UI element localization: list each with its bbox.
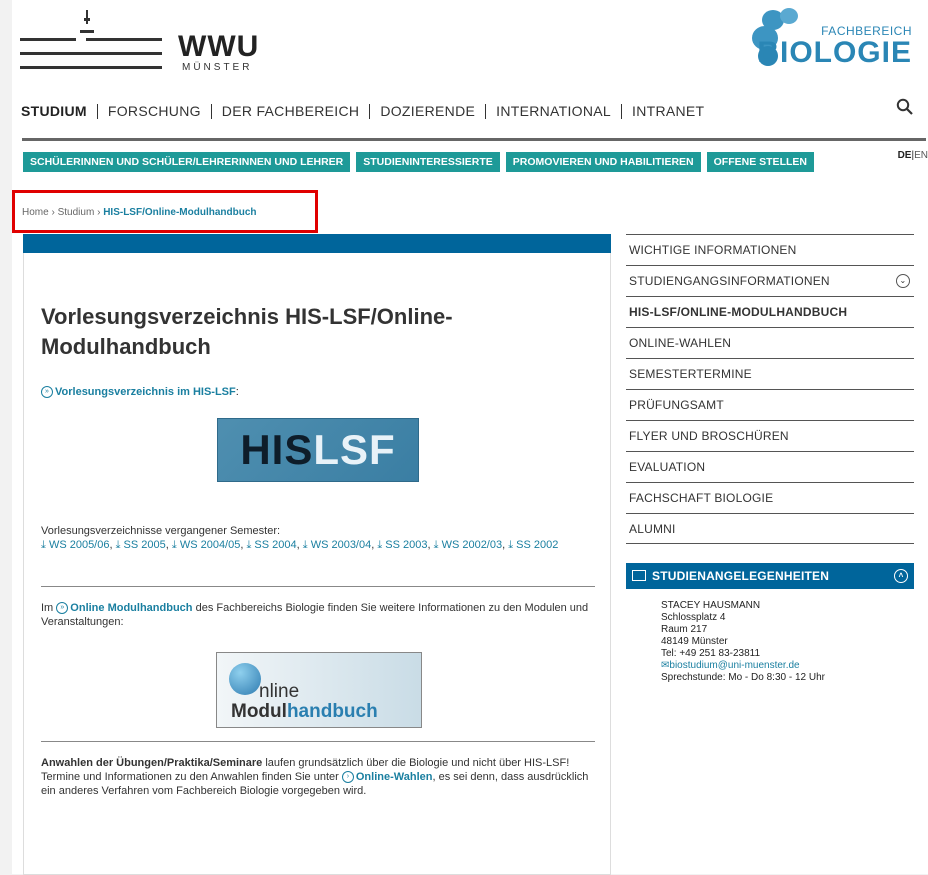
arrow-circle-icon: » xyxy=(41,386,53,399)
download-link[interactable]: ⤓ SS 2002 xyxy=(508,539,558,551)
chevron-down-icon[interactable]: ⌄ xyxy=(896,274,910,288)
envelope-icon xyxy=(632,570,646,582)
contact-details: STACEY HAUSMANN Schlossplatz 4 Raum 217 … xyxy=(661,600,825,684)
sidebar-item-fachschaft[interactable]: FACHSCHAFT BIOLOGIE xyxy=(626,482,914,513)
his-lsf-logo[interactable]: HIS LSF xyxy=(217,418,419,482)
page: WWU MÜNSTER FACHBEREICH BIOLOGIE STUDIUM… xyxy=(12,0,928,875)
download-link[interactable]: ⤓ WS 2005/06 xyxy=(41,539,109,551)
sidebar-item-evaluation[interactable]: EVALUATION xyxy=(626,451,914,482)
nav-intranet[interactable]: INTRANET xyxy=(621,104,714,119)
contact-header[interactable]: STUDIENANGELEGENHEITEN ˄ xyxy=(626,563,914,589)
arrow-circle-icon: » xyxy=(56,602,69,615)
download-icon: ⤓ xyxy=(377,539,383,551)
lsf-link-row: » Vorlesungsverzeichnis im HIS-LSF: xyxy=(41,386,239,399)
omh-online: nline xyxy=(259,681,300,702)
language-switch: DE|EN xyxy=(898,150,928,161)
sidebar-item-pruefungsamt[interactable]: PRÜFUNGSAMT xyxy=(626,389,914,420)
nav-dozierende[interactable]: DOZIERENDE xyxy=(369,104,485,119)
chevron-up-icon[interactable]: ˄ xyxy=(894,569,908,583)
download-link[interactable]: ⤓ WS 2004/05 xyxy=(172,539,240,551)
contact-room: Raum 217 xyxy=(661,624,708,635)
contact-name: STACEY HAUSMANN xyxy=(661,600,761,611)
wwu-wordmark: WWU xyxy=(178,30,260,63)
anwahlen-bold: Anwahlen der Übungen/Praktika/Seminare xyxy=(41,757,263,769)
sidebar-item-flyer[interactable]: FLYER UND BROSCHÜREN xyxy=(626,420,914,451)
subnav-schueler[interactable]: SCHÜLERINNEN UND SCHÜLER/LEHRERINNEN UND… xyxy=(23,152,351,172)
lsf-link[interactable]: Vorlesungsverzeichnis im HIS-LSF xyxy=(55,386,236,398)
past-semesters-links: ⤓ WS 2005/06, ⤓ SS 2005, ⤓ WS 2004/05, ⤓… xyxy=(41,539,559,551)
download-icon: ⤓ xyxy=(433,539,439,551)
divider xyxy=(41,741,595,742)
main-nav: STUDIUM FORSCHUNG DER FACHBEREICH DOZIER… xyxy=(21,104,714,119)
download-link[interactable]: ⤓ SS 2004 xyxy=(246,539,296,551)
globe-icon xyxy=(229,663,261,695)
his-lsf-logo-his: HIS xyxy=(240,426,314,473)
subnav-promovieren[interactable]: PROMOVIEREN UND HABILITIEREN xyxy=(505,152,701,172)
sidebar-item-online-wahlen[interactable]: ONLINE-WAHLEN xyxy=(626,327,914,358)
highlight-box xyxy=(12,190,318,233)
wwu-logo[interactable]: WWU MÜNSTER xyxy=(20,10,260,76)
content-top-bar xyxy=(23,234,611,253)
his-lsf-logo-lsf: LSF xyxy=(313,426,396,473)
download-link[interactable]: ⤓ WS 2002/03 xyxy=(434,539,502,551)
download-icon: ⤓ xyxy=(508,539,514,551)
past-semesters-label: Vorlesungsverzeichnisse vergangener Seme… xyxy=(41,525,281,537)
sub-nav: SCHÜLERINNEN UND SCHÜLER/LEHRERINNEN UND… xyxy=(23,152,814,172)
nav-fachbereich[interactable]: DER FACHBEREICH xyxy=(210,104,370,119)
download-icon: ⤓ xyxy=(302,539,308,551)
online-wahlen-link[interactable]: Online-Wahlen xyxy=(356,771,433,783)
sidebar: WICHTIGE INFORMATIONEN STUDIENGANGSINFOR… xyxy=(626,234,914,544)
wwu-city: MÜNSTER xyxy=(182,62,253,73)
sidebar-item-his-lsf[interactable]: HIS-LSF/ONLINE-MODULHANDBUCH xyxy=(626,296,914,327)
download-link[interactable]: ⤓ WS 2003/04 xyxy=(303,539,371,551)
download-icon: ⤓ xyxy=(115,539,121,551)
sidebar-item-studiengangsinformationen[interactable]: STUDIENGANGSINFORMATIONEN ⌄ xyxy=(626,265,914,296)
contact-email[interactable]: ✉biostudium@uni-muenster.de xyxy=(661,660,825,672)
download-link[interactable]: ⤓ SS 2003 xyxy=(377,539,427,551)
lsf-colon: : xyxy=(235,386,239,398)
page-title: Vorlesungsverzeichnis HIS-LSF/Online-Mod… xyxy=(41,304,453,359)
biologie-logo[interactable]: FACHBEREICH BIOLOGIE xyxy=(722,8,912,70)
sidebar-item-semestertermine[interactable]: SEMESTERTERMINE xyxy=(626,358,914,389)
subnav-offene-stellen[interactable]: OFFENE STELLEN xyxy=(706,152,814,172)
modulhandbuch-text: Im » Online Modulhandbuch des Fachbereich… xyxy=(41,602,589,628)
search-icon[interactable] xyxy=(896,98,914,116)
arrow-circle-icon: › xyxy=(341,771,354,784)
subnav-studieninteressierte[interactable]: STUDIENINTERESSIERTE xyxy=(356,152,500,172)
sidebar-item-wichtige-informationen[interactable]: WICHTIGE INFORMATIONEN xyxy=(626,234,914,265)
contact-street: Schlossplatz 4 xyxy=(661,612,726,623)
nav-divider xyxy=(22,138,926,141)
contact-hours: Sprechstunde: Mo - Do 8:30 - 12 Uhr xyxy=(661,672,825,683)
nav-studium[interactable]: STUDIUM xyxy=(21,104,97,119)
sidebar-item-alumni[interactable]: ALUMNI xyxy=(626,513,914,544)
past-semesters: Vorlesungsverzeichnisse vergangener Seme… xyxy=(41,524,601,552)
download-icon: ⤓ xyxy=(171,539,177,551)
lang-en[interactable]: EN xyxy=(914,150,928,161)
main-content: Vorlesungsverzeichnis HIS-LSF/Online-Mod… xyxy=(23,234,611,875)
nav-forschung[interactable]: FORSCHUNG xyxy=(96,104,211,119)
contact-phone: Tel: +49 251 83-23811 xyxy=(661,648,761,659)
biologie-label: BIOLOGIE xyxy=(757,36,912,69)
omh-modulhandbuch: Modulhandbuch xyxy=(231,701,378,722)
divider xyxy=(41,586,595,587)
contact-city: 48149 Münster xyxy=(661,636,728,647)
anwahlen-text: Anwahlen der Übungen/Praktika/Seminare l… xyxy=(41,757,589,797)
lang-de[interactable]: DE xyxy=(898,150,912,161)
modulhandbuch-link[interactable]: Online Modulhandbuch xyxy=(70,602,192,614)
online-modulhandbuch-logo[interactable]: nline Modulhandbuch xyxy=(216,652,422,728)
contact-title: STUDIENANGELEGENHEITEN xyxy=(652,569,830,583)
download-link[interactable]: ⤓ SS 2005 xyxy=(116,539,166,551)
nav-international[interactable]: INTERNATIONAL xyxy=(485,104,621,119)
download-icon: ⤓ xyxy=(41,539,46,551)
download-icon: ⤓ xyxy=(246,539,252,551)
